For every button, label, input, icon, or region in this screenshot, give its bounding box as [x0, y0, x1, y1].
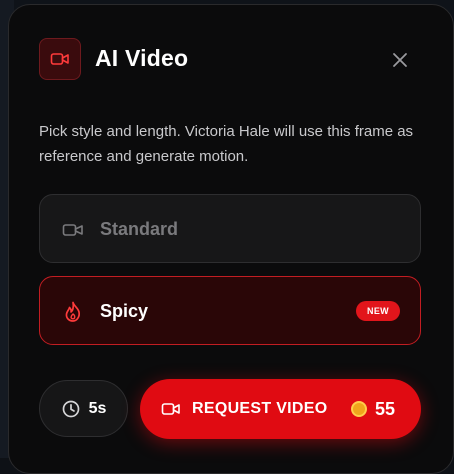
cost-value: 55	[375, 399, 396, 419]
option-standard[interactable]: Standard	[39, 194, 421, 263]
clock-icon	[61, 399, 81, 419]
option-spicy[interactable]: Spicy NEW	[39, 276, 421, 345]
coin-icon	[351, 401, 367, 417]
duration-label: 5s	[88, 399, 107, 417]
video-camera-icon	[39, 38, 81, 80]
close-icon[interactable]	[392, 52, 408, 68]
flame-icon	[62, 301, 84, 323]
ai-video-modal: AI Video Pick style and length. Victoria…	[8, 4, 454, 474]
modal-title: AI Video	[95, 45, 189, 71]
option-label: Standard	[100, 219, 179, 239]
new-badge: NEW	[356, 301, 400, 321]
modal-description: Pick style and length. Victoria Hale wil…	[39, 123, 414, 165]
video-camera-icon	[62, 219, 84, 241]
request-video-label: REQUEST VIDEO	[192, 400, 328, 417]
option-label: Spicy	[100, 301, 149, 321]
request-video-button[interactable]: REQUEST VIDEO 55	[140, 379, 421, 439]
close-button[interactable]	[389, 49, 411, 71]
duration-button[interactable]: 5s	[39, 380, 128, 437]
video-camera-icon	[161, 399, 181, 419]
